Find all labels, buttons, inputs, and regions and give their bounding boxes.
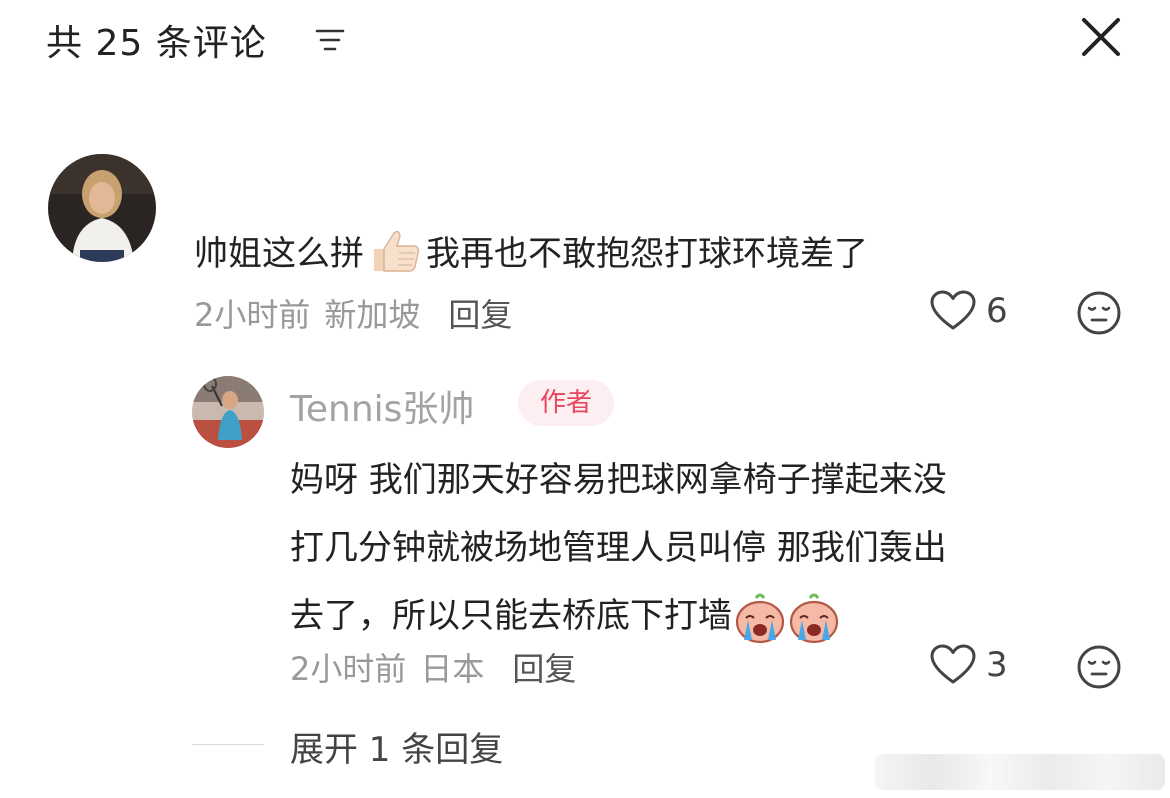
reply-text-line: 打几分钟就被场地管理人员叫停 那我们轰出 xyxy=(290,528,947,568)
thumbs-up-emoji-icon xyxy=(366,227,424,275)
comment-text-part: 我再也不敢抱怨打球环境差了 xyxy=(426,234,868,274)
like-count: 6 xyxy=(986,291,1008,331)
comment-count-title: 共 25 条评论 xyxy=(46,23,267,64)
comment-text-part: 帅姐这么拼 xyxy=(194,234,364,274)
close-icon[interactable] xyxy=(1078,14,1124,60)
like-button[interactable]: 3 xyxy=(930,644,1008,686)
comment-location: 新加坡 xyxy=(324,296,421,334)
reply-text-line: 妈呀 我们那天好容易把球网拿椅子撑起来没 xyxy=(290,460,947,500)
comments-header: 共 25 条评论 xyxy=(0,0,1170,80)
expand-divider xyxy=(192,744,264,745)
dislike-face-icon[interactable] xyxy=(1076,290,1122,336)
home-indicator xyxy=(875,754,1165,790)
comment-text: 帅姐这么拼 我再也不敢抱怨打球环境差了 xyxy=(194,226,868,275)
comment-meta: 2小时前 新加坡 回复 xyxy=(194,290,512,336)
reply-meta: 2小时前 日本 回复 xyxy=(290,644,576,690)
author-badge: 作者 xyxy=(518,380,614,426)
dislike-face-icon[interactable] xyxy=(1076,644,1122,690)
reply-text-part: 去了，所以只能去桥底下打墙 xyxy=(290,596,732,636)
crying-emoji-icon xyxy=(734,592,786,644)
reply-button[interactable]: 回复 xyxy=(448,296,512,334)
heart-icon xyxy=(930,290,976,330)
author-avatar[interactable] xyxy=(192,376,264,448)
author-name[interactable]: Tennis张帅 xyxy=(290,380,474,432)
reply-text: 妈呀 我们那天好容易把球网拿椅子撑起来没 打几分钟就被场地管理人员叫停 那我们轰… xyxy=(290,446,1110,650)
crying-emoji-icon xyxy=(788,592,840,644)
like-count: 3 xyxy=(986,645,1008,685)
reply-location: 日本 xyxy=(420,650,485,688)
commenter-avatar[interactable] xyxy=(48,154,156,262)
heart-icon xyxy=(930,644,976,684)
reply-time: 2小时前 xyxy=(290,650,407,688)
sort-lines-icon[interactable] xyxy=(314,24,346,56)
like-button[interactable]: 6 xyxy=(930,290,1008,332)
expand-replies-button[interactable]: 展开 1 条回复 xyxy=(290,722,503,771)
reply-button[interactable]: 回复 xyxy=(512,650,576,688)
comment-time: 2小时前 xyxy=(194,296,311,334)
reply-text-line-last: 去了，所以只能去桥底下打墙 xyxy=(290,582,1110,650)
